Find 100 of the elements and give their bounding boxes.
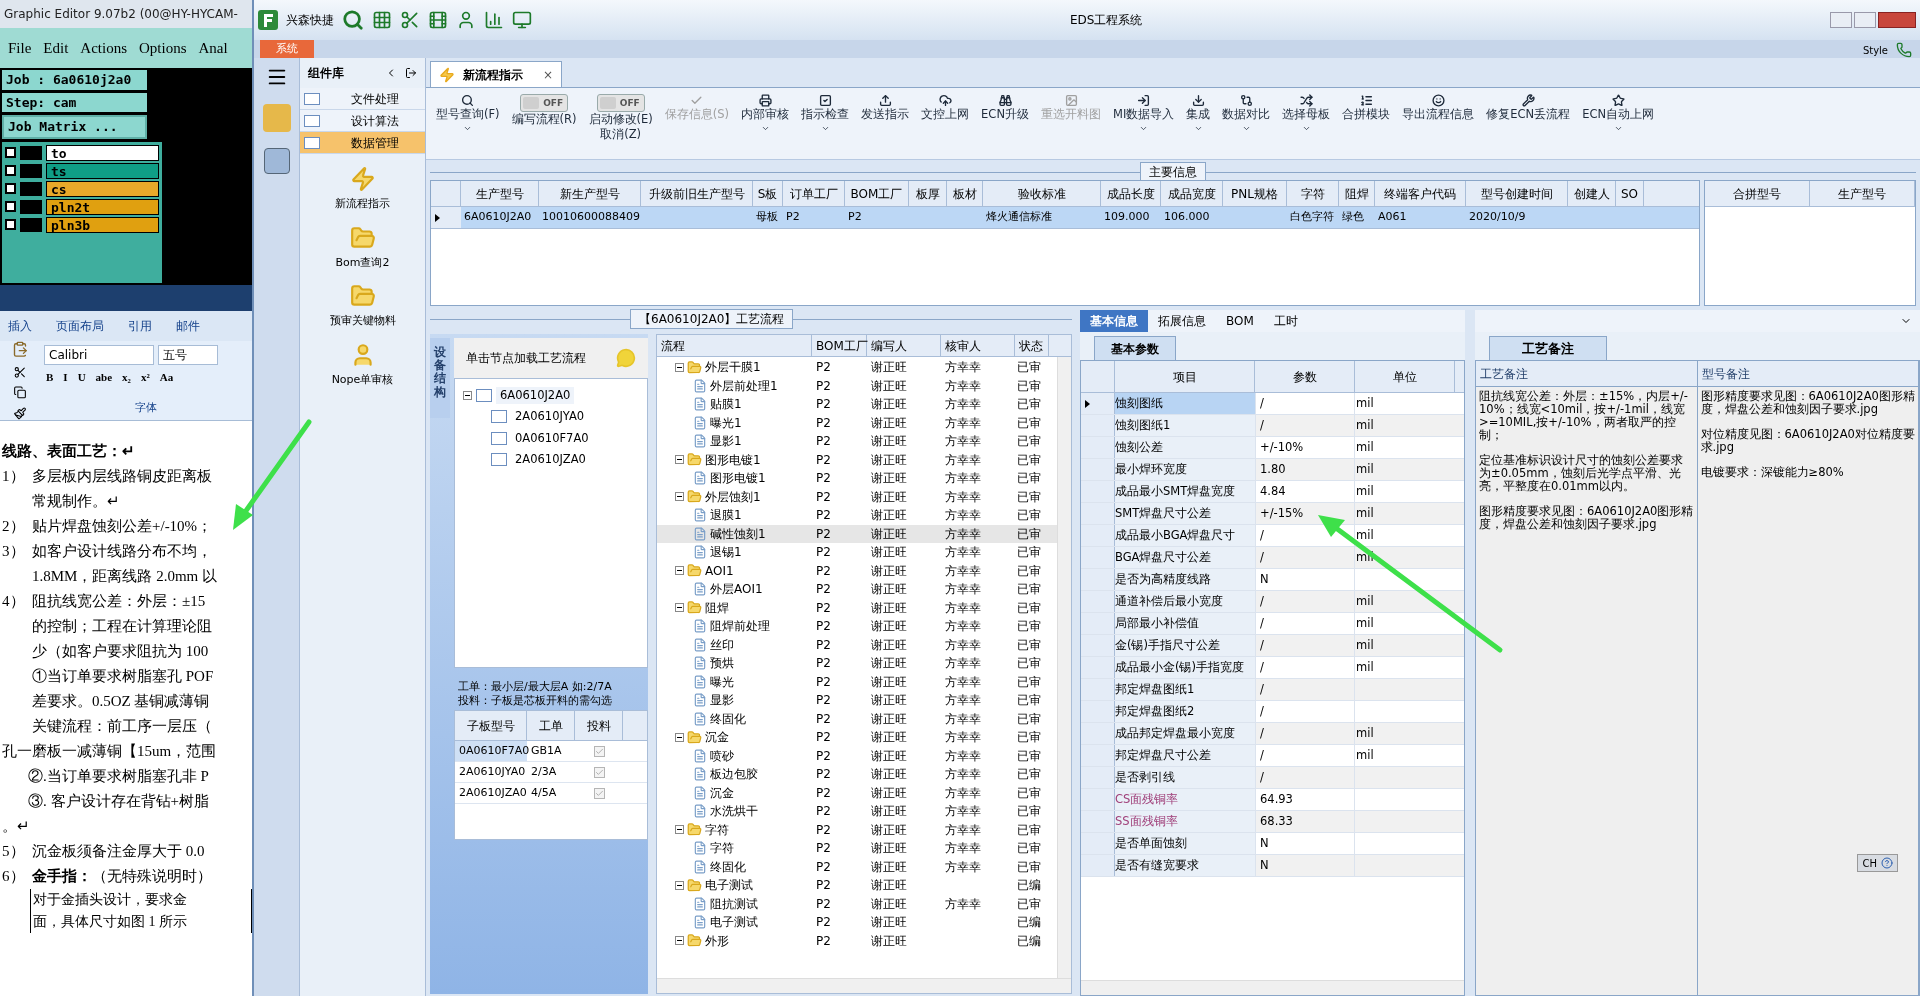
table-row[interactable]: 蚀刻图纸 / mil [1081,393,1464,415]
format-button[interactable]: abe [93,369,115,386]
search-icon[interactable] [342,9,364,31]
ribbon-tab[interactable]: 插入 [8,317,32,335]
layer-checkbox[interactable] [5,147,16,158]
tree-row[interactable]: 终固化 P2 谢正旺 方幸幸 已审 [657,857,1057,876]
column-header[interactable]: SO [1616,181,1644,206]
tree-row[interactable]: AOI1 P2 谢正旺 方幸幸 已审 [657,561,1057,580]
layer-row[interactable]: pln3b [46,216,159,233]
font-dropdown[interactable]: Calibri [44,345,154,365]
layer-checkbox[interactable] [5,183,16,194]
ribbon-tab[interactable]: 邮件 [176,317,200,335]
collapse-icon[interactable] [675,732,684,742]
table-row[interactable]: 成品邦定焊盘最小宽度 / mil [1081,723,1464,745]
menu-item[interactable]: Actions [80,36,127,60]
tree-row[interactable]: 贴膜1 P2 谢正旺 方幸幸 已审 [657,395,1057,414]
help-icon[interactable] [1881,857,1893,869]
tree-row[interactable]: 阻焊前处理 P2 谢正旺 方幸幸 已审 [657,617,1057,636]
toolbar-button[interactable]: 指示检查 [795,94,856,133]
tree-row[interactable]: 字符 P2 谢正旺 方幸幸 已审 [657,820,1057,839]
column-header[interactable]: 新生产型号 [539,181,641,206]
toolbar-button[interactable]: 导出流程信息 [1396,94,1481,122]
tree-row[interactable]: 字符 P2 谢正旺 方幸幸 已审 [657,839,1057,858]
tree-row[interactable]: 碱性蚀刻1 P2 谢正旺 方幸幸 已审 [657,524,1057,543]
tree-row[interactable]: 曝光 P2 谢正旺 方幸幸 已审 [657,672,1057,691]
collapse-icon[interactable] [675,603,684,613]
film-icon[interactable] [428,10,448,30]
tree-row[interactable]: 终固化 P2 谢正旺 方幸幸 已审 [657,709,1057,728]
column-header[interactable]: BOM工厂 [812,335,867,356]
column-header[interactable]: 合拼型号 [1705,181,1810,206]
collapse-icon[interactable] [675,492,684,502]
table-row[interactable]: CS面残铜率 64.93 [1081,789,1464,811]
column-header[interactable]: 验收标准 [983,181,1101,206]
layer-checkbox[interactable] [5,219,16,230]
format-button[interactable]: B [44,369,56,386]
table-row[interactable]: 0A0610F7A0GB1A [455,741,647,762]
column-header[interactable]: 创建人 [1568,181,1616,206]
collapse-icon[interactable] [675,566,684,576]
column-header[interactable]: 生产型号 [461,181,539,206]
scrollbar[interactable] [1057,357,1071,978]
column-header[interactable]: 成品长度 [1101,181,1161,206]
layer-row[interactable]: ts [46,162,159,179]
brush-icon[interactable] [13,407,27,420]
grid-icon[interactable] [372,10,392,30]
tree-row[interactable]: 电子测试 P2 谢正旺 已编 [657,913,1057,932]
checkbox[interactable] [593,787,605,799]
tree-row[interactable]: 外层前处理1 P2 谢正旺 方幸幸 已审 [657,376,1057,395]
column-header[interactable]: 成品宽度 [1161,181,1223,206]
nav-item[interactable]: 文件处理 [300,88,425,110]
table-row[interactable]: 6A0610J2A0 10010600088409 母板 P2 P2 烽火通信标准 109.000 106.000 白色字符 绿色 A061 2020/10/9 [431,207,1699,229]
cut-icon[interactable] [13,365,27,379]
tab[interactable]: BOM [1216,310,1264,332]
tree-row[interactable]: 喷砂 P2 谢正旺 方幸幸 已审 [657,746,1057,765]
collapse-icon[interactable] [675,825,684,835]
checkbox[interactable] [593,766,605,778]
table-row[interactable]: SMT焊盘尺寸公差 +/-15% mil [1081,503,1464,525]
layer-row[interactable]: to [46,144,159,161]
table-row[interactable]: 是否单面蚀刻 N [1081,833,1464,855]
tree-row[interactable]: 阻焊 P2 谢正旺 方幸幸 已审 [657,598,1057,617]
column-header[interactable]: 字符 [1287,181,1339,206]
toolbar-button[interactable]: 内部审核 [735,94,796,133]
tree-row[interactable]: 板边包胶 P2 谢正旺 方幸幸 已审 [657,765,1057,784]
close-icon[interactable]: × [543,65,554,84]
column-header[interactable]: 终端客户代码 [1375,181,1466,206]
tree-row[interactable]: 外层干膜1 P2 谢正旺 方幸幸 已审 [657,358,1057,377]
table-row[interactable]: 最小焊环宽度 1.80 mil [1081,459,1464,481]
table-row[interactable]: 是否有缝宽要求 N [1081,855,1464,877]
tab[interactable]: 工时 [1263,310,1308,332]
table-row[interactable]: 蚀刻图纸1 / mil [1081,415,1464,437]
table-row[interactable]: 是否为高精度线路 N [1081,569,1464,591]
chart-icon[interactable] [484,10,504,30]
menu-item[interactable]: File [8,36,32,60]
column-header[interactable]: 核审人 [941,335,1015,356]
tree-row[interactable]: 沉金 P2 谢正旺 方幸幸 已审 [657,783,1057,802]
tab[interactable]: 拓展信息 [1148,310,1216,332]
format-button[interactable]: x² [138,369,152,386]
tree-row[interactable]: 外层AOI1 P2 谢正旺 方幸幸 已审 [657,580,1057,599]
column-header[interactable]: PNL规格 [1223,181,1287,206]
toolbar-button[interactable]: MI数据导入 [1107,94,1181,133]
tree-node[interactable]: 2A0610JYA0 [511,408,589,426]
tree-row[interactable]: 沉金 P2 谢正旺 方幸幸 已审 [657,728,1057,747]
column-header[interactable]: S板 [753,181,783,206]
nav-item[interactable]: 设计算法 [300,110,425,132]
exit-icon[interactable] [405,67,417,79]
column-header[interactable]: 阻焊 [1339,181,1375,206]
tree-row[interactable]: 显影1 P2 谢正旺 方幸幸 已审 [657,432,1057,451]
column-header[interactable]: 板材 [947,181,983,206]
tree-row[interactable]: 图形电镀1 P2 谢正旺 方幸幸 已审 [657,469,1057,488]
toolbar-button[interactable]: 数据对比 [1216,94,1277,133]
column-header[interactable]: 升级前旧生产型号 [641,181,753,206]
toolbar-button[interactable]: 发送指示 [855,94,916,122]
tree-row[interactable]: 丝印 P2 谢正旺 方幸幸 已审 [657,635,1057,654]
style-menu[interactable]: Style [1862,42,1888,58]
tree-row[interactable]: 电子测试 P2 谢正旺 已编 [657,876,1057,895]
tree-row[interactable]: 退膜1 P2 谢正旺 方幸幸 已审 [657,506,1057,525]
tree-row[interactable]: 退锡1 P2 谢正旺 方幸幸 已审 [657,543,1057,562]
layer-row[interactable]: pln2t [46,198,159,215]
collapse-icon[interactable] [463,391,472,401]
checkbox[interactable] [593,745,605,757]
column-header[interactable]: 订单工厂 [783,181,845,206]
